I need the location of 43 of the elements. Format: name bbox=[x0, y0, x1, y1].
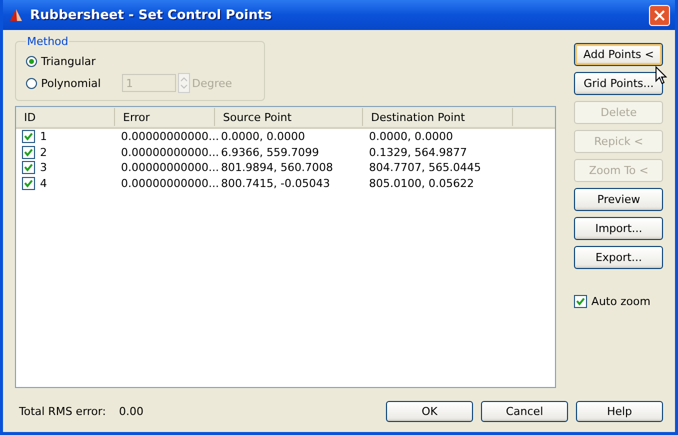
table-cell-text: 6.9366, 559.7099 bbox=[220, 146, 320, 159]
group-label: Method bbox=[26, 35, 70, 48]
column-header[interactable]: Error bbox=[115, 108, 215, 126]
table-cell-text: 0.0000, 0.0000 bbox=[368, 130, 454, 144]
column-header[interactable]: Source Point bbox=[215, 108, 363, 126]
radio-label: Triangular bbox=[41, 54, 96, 68]
table-cell-text: 805.0100, 0.05622 bbox=[368, 176, 475, 190]
radio-label: Polynomial bbox=[41, 76, 101, 90]
radio-button[interactable] bbox=[26, 56, 37, 66]
column-header[interactable]: ID bbox=[16, 108, 115, 126]
close-button[interactable] bbox=[649, 4, 670, 26]
dialog-button[interactable]: Help bbox=[576, 400, 663, 422]
side-button[interactable]: Import... bbox=[574, 217, 663, 240]
side-button[interactable]: Export... bbox=[574, 246, 663, 269]
table-cell-text: 0.1329, 564.9877 bbox=[368, 146, 468, 159]
row-checkbox[interactable] bbox=[22, 161, 35, 174]
auto-zoom-checkbox[interactable]: Auto zoom bbox=[574, 295, 663, 308]
side-button[interactable]: Add Points < bbox=[574, 43, 663, 66]
row-checkbox[interactable] bbox=[22, 130, 35, 144]
table-cell-text: 0.0000, 0.0000 bbox=[220, 130, 306, 144]
side-button[interactable]: Preview bbox=[574, 188, 663, 211]
window-title: Rubbersheet - Set Control Points bbox=[30, 8, 273, 22]
degree-label: Degree bbox=[192, 76, 232, 90]
row-checkbox[interactable] bbox=[22, 176, 35, 190]
cursor-icon bbox=[655, 66, 667, 85]
table-cell-text: 804.7707, 565.0445 bbox=[368, 161, 482, 174]
table-cell-text: 800.7415, -0.05043 bbox=[220, 176, 331, 190]
row-checkbox[interactable] bbox=[22, 146, 35, 159]
table-cell: 4 bbox=[40, 176, 47, 190]
close-icon bbox=[654, 10, 665, 20]
dialog-button[interactable]: OK bbox=[386, 400, 473, 422]
side-button[interactable]: Grid Points... bbox=[574, 72, 663, 95]
rms-label: Total RMS error: bbox=[18, 404, 107, 418]
table-cell: 3 bbox=[40, 161, 47, 174]
column-header[interactable]: Destination Point bbox=[363, 108, 513, 126]
rms-value: 0.00 bbox=[119, 404, 144, 418]
radio-button[interactable] bbox=[26, 78, 37, 88]
app-icon bbox=[8, 7, 24, 23]
dialog-button[interactable]: Cancel bbox=[481, 400, 568, 422]
table-cell: 1 bbox=[40, 130, 47, 144]
checkmark-icon bbox=[576, 297, 586, 306]
table-cell: 2 bbox=[40, 146, 47, 159]
table-cell-text: 801.9894, 560.7008 bbox=[220, 161, 334, 174]
